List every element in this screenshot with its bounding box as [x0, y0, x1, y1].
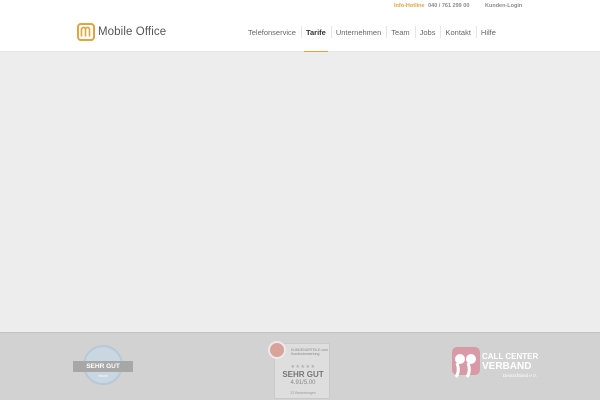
review-org: KUNDENURTEILE.com Kundenbewertung — [291, 348, 329, 356]
content-area — [0, 52, 600, 332]
nav-item-hilfe[interactable]: Hilfe — [475, 12, 501, 52]
review-grade: SEHR GUT — [282, 370, 324, 379]
review-score: 4.91/5.00 — [290, 380, 316, 386]
hotline-number[interactable]: 040 / 761 299 00 — [428, 3, 469, 9]
verband-line-1: CALL CENTER — [482, 352, 539, 361]
nav-item-team[interactable]: Team — [386, 12, 414, 52]
nav-item-jobs[interactable]: Jobs — [414, 12, 441, 52]
verband-line-2: VERBAND — [482, 361, 532, 372]
nav-item-telefonservice[interactable]: Telefonservice — [243, 12, 301, 52]
top-bar: Info-Hotline 040 / 761 299 00 Kunden-Log… — [0, 0, 600, 12]
logo-m-icon — [77, 23, 95, 41]
nav-item-kontakt[interactable]: Kontakt — [440, 12, 475, 52]
customer-login-link[interactable]: Kunden-Login — [485, 3, 522, 9]
footer-badges: SEHR GUT ekomi KUNDENURTEILE.com Kundenb… — [0, 332, 600, 400]
seal-rating-label: SEHR GUT — [73, 361, 133, 372]
ekomi-seal-badge[interactable]: SEHR GUT ekomi — [73, 345, 133, 389]
logo[interactable]: Mobile Office — [77, 23, 166, 41]
kundenurteile-badge[interactable]: KUNDENURTEILE.com Kundenbewertung ★★★★★ … — [268, 341, 332, 399]
nav-item-unternehmen[interactable]: Unternehmen — [330, 12, 386, 52]
award-ring-icon — [268, 341, 286, 359]
hotline-label: Info-Hotline — [394, 3, 425, 9]
logo-text: Mobile Office — [98, 26, 167, 38]
main-navigation: Telefonservice Tarife Unternehmen Team J… — [243, 12, 501, 52]
info-hotline[interactable]: Info-Hotline 040 / 761 299 00 — [394, 3, 469, 9]
nav-item-tarife[interactable]: Tarife — [300, 12, 331, 52]
review-count: 22 Bewertungen — [290, 391, 316, 395]
call-center-verband-badge[interactable]: CALL CENTER VERBAND Deutschland e.V. — [452, 347, 544, 387]
verband-line-3: Deutschland e.V. — [503, 373, 537, 378]
main-header: Mobile Office Telefonservice Tarife Unte… — [0, 12, 600, 52]
quote-mark-icon — [452, 347, 480, 378]
seal-sub-label: ekomi — [98, 374, 108, 378]
